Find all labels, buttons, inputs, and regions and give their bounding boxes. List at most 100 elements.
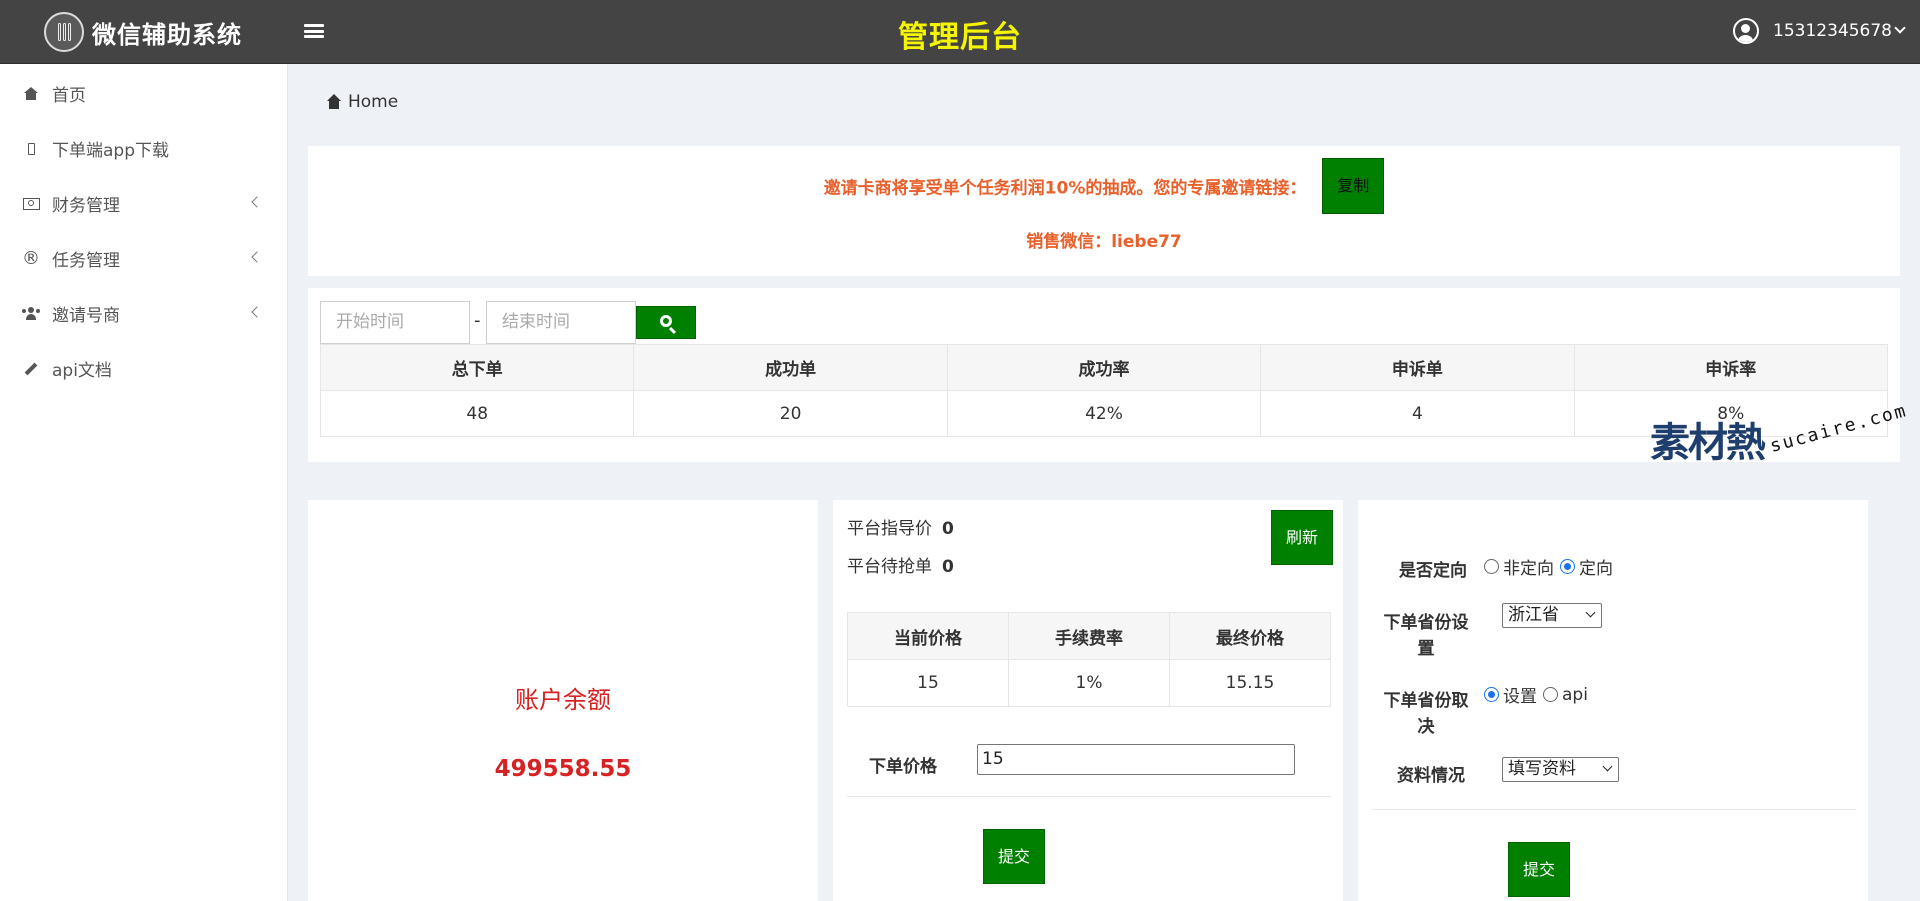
stats-table: 总下单 成功单 成功率 申诉单 申诉率 48 20 42% 4 8% <box>319 344 1889 437</box>
breadcrumb[interactable]: Home <box>326 92 398 112</box>
sidebar: 首页 下单端app下载 财务管理 ® 任务管理 邀请号商 api文档 <box>0 64 288 901</box>
logo-icon <box>44 12 84 52</box>
submit-order-button[interactable]: 提交 <box>983 829 1045 884</box>
table-cell: 4 <box>1260 390 1575 437</box>
users-icon <box>22 305 40 323</box>
table-cell: 42% <box>946 390 1262 437</box>
radio-api[interactable] <box>1543 687 1558 702</box>
order-price-input[interactable]: 15 <box>977 744 1295 775</box>
table-header: 最终价格 <box>1169 612 1331 660</box>
date-separator: - <box>474 310 481 331</box>
pricing-panel: 平台指导价 0 平台待抢单 0 刷新 当前价格 手续费率 最终价格 15 1% 15… <box>833 500 1343 901</box>
user-avatar-icon <box>1733 18 1760 44</box>
app-logo[interactable]: 微信辅助系统 <box>44 12 242 52</box>
divider <box>847 796 1331 797</box>
radio-label: api <box>1562 684 1588 705</box>
chevron-left-icon <box>251 251 263 263</box>
table-header: 当前价格 <box>847 612 1009 660</box>
chevron-left-icon <box>251 196 263 208</box>
settings-panel: 是否定向 非定向 定向 下单省份设置 浙江省 下单省份取决 设置 api 资料情… <box>1358 500 1868 901</box>
province-source-label: 下单省份取决 <box>1383 691 1469 737</box>
breadcrumb-home: Home <box>348 92 399 112</box>
chevron-down-icon <box>1894 22 1906 34</box>
registered-icon: ® <box>22 248 40 269</box>
table-header: 成功率 <box>946 344 1262 391</box>
table-header: 手续费率 <box>1008 612 1170 660</box>
start-date-input[interactable]: 开始时间 <box>320 301 470 344</box>
invite-text: 邀请卡商将享受单个任务利润10%的抽成。您的专属邀请链接： <box>823 178 1307 199</box>
radio-non-targeted[interactable] <box>1484 559 1499 574</box>
chevron-down-icon <box>1585 607 1596 618</box>
pending-label: 平台待抢单 <box>847 557 932 577</box>
mobile-icon <box>22 140 40 158</box>
table-row: 48 20 42% 4 8% <box>319 390 1889 437</box>
user-menu[interactable]: 15312345678 <box>1733 18 1906 44</box>
menu-toggle-icon[interactable] <box>304 22 324 40</box>
table-cell: 15 <box>847 659 1009 707</box>
table-cell: 8% <box>1573 390 1889 437</box>
table-header: 总下单 <box>319 344 635 391</box>
table-header: 申诉单 <box>1260 344 1575 391</box>
profile-label: 资料情况 <box>1397 766 1465 786</box>
profile-select[interactable]: 填写资料 <box>1502 757 1619 782</box>
province-select[interactable]: 浙江省 <box>1502 603 1602 628</box>
order-price-label: 下单价格 <box>869 757 937 777</box>
sidebar-item-tasks[interactable]: ® 任务管理 <box>0 231 287 286</box>
end-date-input[interactable]: 结束时间 <box>486 301 636 344</box>
table-cell: 20 <box>633 390 948 437</box>
home-icon <box>22 85 40 103</box>
sidebar-item-label: api文档 <box>52 361 112 381</box>
invite-panel: 邀请卡商将享受单个任务利润10%的抽成。您的专属邀请链接： 复制 销售微信：li… <box>308 146 1900 276</box>
sidebar-item-label: 下单端app下载 <box>52 141 169 161</box>
page-title: 管理后台 <box>898 20 1022 55</box>
radio-label: 设置 <box>1503 687 1537 707</box>
guide-price-label: 平台指导价 <box>847 519 932 539</box>
table-header: 申诉率 <box>1573 344 1889 391</box>
sidebar-item-finance[interactable]: 财务管理 <box>0 176 287 231</box>
copy-link-button[interactable]: 复制 <box>1322 158 1385 214</box>
radio-setting[interactable] <box>1484 687 1499 702</box>
sidebar-item-label: 财务管理 <box>52 196 120 216</box>
balance-label: 账户余额 <box>515 686 611 714</box>
top-navbar: 微信辅助系统 管理后台 15312345678 <box>0 0 1920 64</box>
table-header-row: 总下单 成功单 成功率 申诉单 申诉率 <box>319 344 1889 391</box>
table-header: 成功单 <box>633 344 948 391</box>
search-button[interactable] <box>636 306 696 339</box>
province-source-radio-group: 设置 api <box>1484 682 1594 707</box>
sidebar-item-api-docs[interactable]: api文档 <box>0 341 287 396</box>
table-cell: 1% <box>1008 659 1170 707</box>
targeted-radio-group: 非定向 定向 <box>1484 554 1619 579</box>
targeted-label: 是否定向 <box>1399 561 1467 581</box>
guide-price: 平台指导价 0 <box>847 514 954 539</box>
province-label: 下单省份设置 <box>1383 613 1469 659</box>
price-table: 当前价格 手续费率 最终价格 15 1% 15.15 <box>847 612 1331 707</box>
chevron-down-icon <box>1602 761 1613 772</box>
table-row: 15 1% 15.15 <box>847 659 1331 707</box>
profile-value: 填写资料 <box>1508 759 1576 779</box>
chevron-left-icon <box>251 306 263 318</box>
search-icon <box>660 315 672 327</box>
pending-orders: 平台待抢单 0 <box>847 552 954 577</box>
money-icon <box>22 195 40 213</box>
home-icon <box>326 94 342 109</box>
submit-settings-button[interactable]: 提交 <box>1508 842 1570 897</box>
pencil-icon <box>22 360 40 378</box>
table-header-row: 当前价格 手续费率 最终价格 <box>847 612 1331 660</box>
radio-label: 定向 <box>1579 559 1613 579</box>
app-name: 微信辅助系统 <box>92 20 242 49</box>
sidebar-item-invite[interactable]: 邀请号商 <box>0 286 287 341</box>
table-cell: 15.15 <box>1169 659 1331 707</box>
radio-targeted[interactable] <box>1560 559 1575 574</box>
sidebar-item-home[interactable]: 首页 <box>0 66 287 121</box>
sidebar-item-app-download[interactable]: 下单端app下载 <box>0 121 287 176</box>
sales-wechat: 销售微信：liebe77 <box>1026 232 1182 252</box>
divider <box>1372 809 1856 810</box>
stats-panel: 开始时间 - 结束时间 总下单 成功单 成功率 申诉单 申诉率 48 20 42… <box>308 288 1900 462</box>
refresh-button[interactable]: 刷新 <box>1271 510 1333 565</box>
sidebar-item-label: 任务管理 <box>52 251 120 271</box>
table-cell: 48 <box>319 390 635 437</box>
invite-row: 邀请卡商将享受单个任务利润10%的抽成。您的专属邀请链接： 复制 <box>308 158 1900 214</box>
radio-label: 非定向 <box>1503 559 1554 579</box>
guide-price-value: 0 <box>942 519 954 539</box>
username: 15312345678 <box>1773 21 1892 41</box>
